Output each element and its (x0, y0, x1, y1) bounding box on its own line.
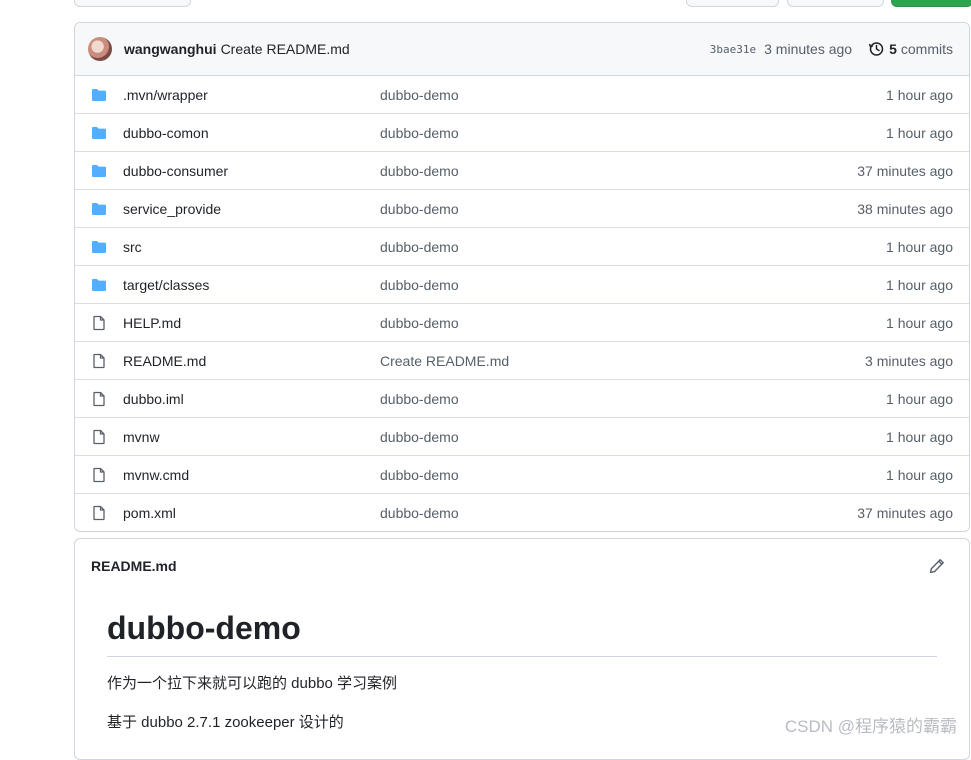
file-commit-message[interactable]: dubbo-demo (380, 201, 459, 217)
commits-label: commits (900, 41, 953, 57)
folder-icon (91, 87, 107, 103)
file-row[interactable]: src dubbo-demo 1 hour ago (75, 228, 969, 266)
folder-icon (91, 163, 107, 179)
file-commit-age: 37 minutes ago (857, 162, 953, 179)
file-name-link[interactable]: target/classes (123, 277, 209, 293)
file-row[interactable]: dubbo.iml dubbo-demo 1 hour ago (75, 380, 969, 418)
file-icon (91, 467, 107, 483)
file-commit-message[interactable]: dubbo-demo (380, 163, 459, 179)
file-row[interactable]: HELP.md dubbo-demo 1 hour ago (75, 304, 969, 342)
file-row[interactable]: mvnw dubbo-demo 1 hour ago (75, 418, 969, 456)
commits-count: 5 (889, 41, 897, 57)
readme-filename[interactable]: README.md (91, 558, 177, 574)
file-name-link[interactable]: dubbo-consumer (123, 163, 228, 179)
file-commit-message[interactable]: dubbo-demo (380, 87, 459, 103)
file-commit-age: 1 hour ago (886, 390, 953, 407)
file-icon (91, 391, 107, 407)
folder-icon (91, 239, 107, 255)
file-icon (91, 315, 107, 331)
file-commit-age: 1 hour ago (886, 124, 953, 141)
file-name-link[interactable]: README.md (123, 353, 206, 369)
code-button[interactable] (891, 0, 971, 7)
file-row[interactable]: .mvn/wrapper dubbo-demo 1 hour ago (75, 76, 969, 114)
avatar[interactable] (88, 37, 112, 61)
file-name-link[interactable]: src (123, 239, 142, 255)
go-to-file-button[interactable] (686, 0, 779, 7)
file-commit-age: 1 hour ago (886, 86, 953, 103)
commit-sha[interactable]: 3bae31e (710, 43, 756, 56)
file-icon (91, 429, 107, 445)
file-commit-message[interactable]: dubbo-demo (380, 429, 459, 445)
file-row[interactable]: dubbo-comon dubbo-demo 1 hour ago (75, 114, 969, 152)
file-commit-message[interactable]: dubbo-demo (380, 391, 459, 407)
file-name-link[interactable]: .mvn/wrapper (123, 87, 208, 103)
file-commit-age: 1 hour ago (886, 314, 953, 331)
file-commit-age: 38 minutes ago (857, 200, 953, 217)
file-commit-age: 3 minutes ago (865, 352, 953, 369)
readme-header: README.md (75, 539, 969, 592)
file-name-link[interactable]: dubbo-comon (123, 125, 209, 141)
add-file-button[interactable] (787, 0, 884, 7)
file-row[interactable]: service_provide dubbo-demo 38 minutes ago (75, 190, 969, 228)
file-commit-message[interactable]: dubbo-demo (380, 467, 459, 483)
file-name-link[interactable]: pom.xml (123, 505, 176, 521)
watermark: CSDN @程序猿的霸霸 (784, 717, 957, 736)
file-row[interactable]: dubbo-consumer dubbo-demo 37 minutes ago (75, 152, 969, 190)
readme-title: dubbo-demo (107, 608, 937, 657)
file-commit-message[interactable]: dubbo-demo (380, 277, 459, 293)
commit-message[interactable]: Create README.md (221, 41, 350, 57)
file-row[interactable]: mvnw.cmd dubbo-demo 1 hour ago (75, 456, 969, 494)
folder-icon (91, 125, 107, 141)
pencil-icon[interactable] (929, 558, 945, 574)
file-commit-message[interactable]: dubbo-demo (380, 505, 459, 521)
history-icon (868, 42, 884, 56)
file-name-link[interactable]: HELP.md (123, 315, 181, 331)
file-list: .mvn/wrapper dubbo-demo 1 hour ago dubbo-co… (75, 76, 969, 531)
commits-link[interactable]: 5 commits (868, 41, 953, 57)
folder-icon (91, 201, 107, 217)
file-icon (91, 505, 107, 521)
file-commit-message[interactable]: dubbo-demo (380, 315, 459, 331)
file-commit-age: 37 minutes ago (857, 504, 953, 521)
file-row[interactable]: pom.xml dubbo-demo 37 minutes ago (75, 494, 969, 531)
commit-author[interactable]: wangwanghui (124, 41, 217, 57)
file-commit-age: 1 hour ago (886, 428, 953, 445)
latest-commit-bar: wangwanghui Create README.md 3bae31e 3 m… (75, 23, 969, 76)
file-commit-message[interactable]: Create README.md (380, 353, 509, 369)
readme-paragraph: 作为一个拉下来就可以跑的 dubbo 学习案例 (107, 675, 398, 692)
file-row[interactable]: target/classes dubbo-demo 1 hour ago (75, 266, 969, 304)
commit-time[interactable]: 3 minutes ago (764, 41, 852, 57)
file-commit-age: 1 hour ago (886, 276, 953, 293)
file-commit-age: 1 hour ago (886, 466, 953, 483)
file-commit-message[interactable]: dubbo-demo (380, 125, 459, 141)
file-commit-age: 1 hour ago (886, 238, 953, 255)
file-commit-message[interactable]: dubbo-demo (380, 239, 459, 255)
file-name-link[interactable]: service_provide (123, 201, 221, 217)
file-name-link[interactable]: mvnw (123, 429, 160, 445)
file-name-link[interactable]: dubbo.iml (123, 391, 184, 407)
top-button-left[interactable] (74, 0, 191, 7)
file-name-link[interactable]: mvnw.cmd (123, 467, 189, 483)
file-icon (91, 353, 107, 369)
file-browser: wangwanghui Create README.md 3bae31e 3 m… (74, 22, 970, 532)
file-row[interactable]: README.md Create README.md 3 minutes ago (75, 342, 969, 380)
folder-icon (91, 277, 107, 293)
